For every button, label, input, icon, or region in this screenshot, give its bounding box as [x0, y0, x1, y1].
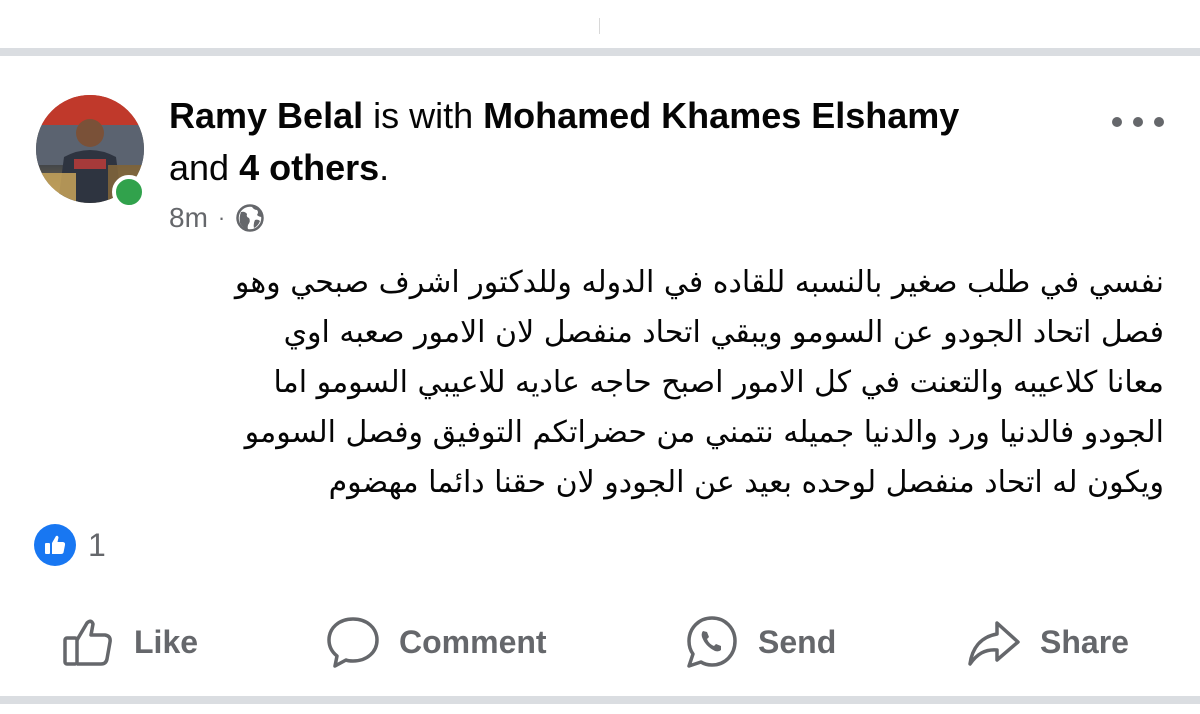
post-text-line: فصل اتحاد الجودو عن السومو ويبقي اتحاد م… — [283, 315, 1164, 350]
share-icon — [968, 621, 1020, 666]
like-icon — [63, 619, 112, 666]
online-status-dot — [112, 175, 146, 209]
share-button[interactable]: Share — [966, 612, 1129, 672]
like-label: Like — [134, 623, 199, 660]
more-dot — [1154, 117, 1164, 127]
meta-separator: · — [217, 205, 226, 230]
more-options-button[interactable] — [1112, 110, 1164, 134]
feed-divider-bottom — [0, 696, 1200, 704]
top-divider-tick — [599, 18, 600, 34]
reaction-count: 1 — [88, 526, 106, 563]
post-timestamp[interactable]: 8m — [169, 202, 208, 234]
post-header: Ramy Belal is with Mohamed Khames Elsham… — [169, 94, 959, 138]
send-label: Send — [758, 623, 837, 660]
send-button[interactable]: Send — [684, 612, 836, 672]
post-text-line: معانا كلاعيبه والتعنت في كل الامور اصبح … — [273, 365, 1164, 400]
like-button[interactable]: Like — [60, 612, 198, 672]
tagged-person[interactable]: Mohamed Khames Elshamy — [483, 95, 959, 136]
tagged-others-link[interactable]: 4 others — [239, 147, 379, 188]
like-reaction-icon — [34, 524, 76, 566]
post-meta: 8m · — [169, 200, 265, 236]
header-period: . — [379, 147, 390, 188]
feed-divider-top — [0, 48, 1200, 56]
more-dot — [1112, 117, 1122, 127]
post-header-continued: and 4 others. — [169, 146, 389, 190]
globe-icon — [236, 204, 264, 232]
author-name[interactable]: Ramy Belal — [169, 95, 363, 136]
post-text-line: ويكون له اتحاد منفصل لوحده بعيد عن الجود… — [328, 465, 1164, 500]
comment-icon — [327, 617, 379, 668]
comment-label: Comment — [399, 623, 547, 660]
more-dot — [1133, 117, 1143, 127]
post-text-line: نفسي في طلب صغير بالنسبه للقاده في الدول… — [234, 265, 1164, 300]
comment-button[interactable]: Comment — [325, 612, 547, 672]
share-label: Share — [1040, 623, 1129, 660]
whatsapp-icon — [687, 616, 737, 668]
post-text: نفسي في طلب صغير بالنسبه للقاده في الدول… — [30, 258, 1164, 508]
top-area — [0, 0, 1200, 48]
post-text-line: الجودو فالدنيا ورد والدنيا جميله نتمني م… — [244, 415, 1164, 450]
next-post-edge — [0, 704, 1200, 714]
with-text: is with — [373, 95, 474, 136]
and-text: and — [169, 147, 230, 188]
reactions-summary[interactable]: 1 — [34, 523, 106, 567]
thumbs-up-icon — [45, 535, 66, 554]
